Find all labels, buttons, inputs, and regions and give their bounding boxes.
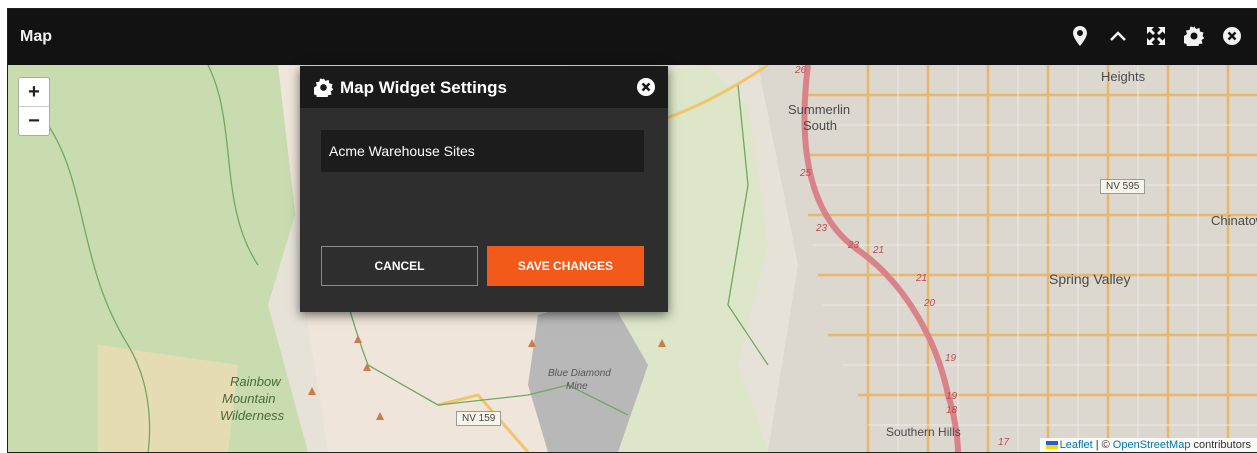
- attribution-contributors: contributors: [1193, 439, 1251, 451]
- map-label-blue-diamond: Blue Diamond: [548, 368, 611, 379]
- widget-title: Map: [20, 28, 52, 45]
- map-label-southern-hills: Southern Hills: [886, 425, 961, 439]
- route-number: 23: [816, 223, 828, 234]
- leaflet-link[interactable]: Leaflet: [1060, 439, 1093, 451]
- route-number: 21: [916, 273, 928, 284]
- route-number: 26: [795, 65, 807, 76]
- cancel-button[interactable]: CANCEL: [321, 246, 478, 286]
- attribution-separator: | ©: [1095, 439, 1110, 451]
- zoom-out-button[interactable]: −: [19, 107, 49, 135]
- chevron-up-icon[interactable]: [1107, 22, 1129, 50]
- save-changes-button[interactable]: SAVE CHANGES: [487, 246, 644, 286]
- map-marker-icon[interactable]: [1069, 22, 1091, 50]
- widget-header: Map: [8, 9, 1257, 65]
- route-number: 19: [946, 391, 958, 402]
- widget-name-input[interactable]: [321, 130, 644, 172]
- gear-icon[interactable]: [1183, 22, 1205, 50]
- route-number: 18: [946, 405, 958, 416]
- map-label-summerlin: Summerlin: [788, 102, 851, 117]
- map-label-wilderness: Wilderness: [220, 408, 285, 423]
- map-label-spring-valley: Spring Valley: [1049, 271, 1131, 287]
- expand-icon[interactable]: [1145, 22, 1167, 50]
- ukraine-flag-icon: [1045, 441, 1058, 450]
- route-number: 21: [873, 245, 885, 256]
- route-number: 25: [800, 168, 812, 179]
- map-label-mountain: Mountain: [222, 391, 276, 406]
- dialog-close-icon[interactable]: [636, 77, 656, 102]
- zoom-in-button[interactable]: +: [19, 78, 49, 107]
- map-label-nv595: NV 595: [1100, 179, 1146, 194]
- dialog-header: Map Widget Settings: [300, 66, 668, 108]
- zoom-control: + −: [18, 77, 50, 136]
- map-label-heights: Heights: [1101, 69, 1146, 84]
- map-label-chinatown: Chinatow: [1211, 213, 1257, 228]
- map-label-nv159: NV 159: [456, 411, 502, 426]
- header-toolbar: [1069, 22, 1243, 50]
- route-number: 20: [924, 298, 936, 309]
- route-number: 19: [945, 353, 957, 364]
- close-circle-icon[interactable]: [1221, 22, 1243, 50]
- map-attribution: Leaflet | © OpenStreetMap contributors: [1039, 438, 1257, 452]
- dialog-title: Map Widget Settings: [340, 78, 508, 97]
- map-widget-settings-dialog: Map Widget Settings CANCEL SAVE CHANGES: [300, 66, 668, 312]
- map-label-south: South: [803, 118, 837, 133]
- route-number: 23: [848, 240, 860, 251]
- map-label-rainbow: Rainbow: [230, 374, 281, 389]
- route-number: 17: [998, 437, 1010, 448]
- gear-icon: [313, 78, 334, 102]
- map-label-mine: Mine: [566, 381, 588, 392]
- openstreetmap-link[interactable]: OpenStreetMap: [1113, 439, 1191, 451]
